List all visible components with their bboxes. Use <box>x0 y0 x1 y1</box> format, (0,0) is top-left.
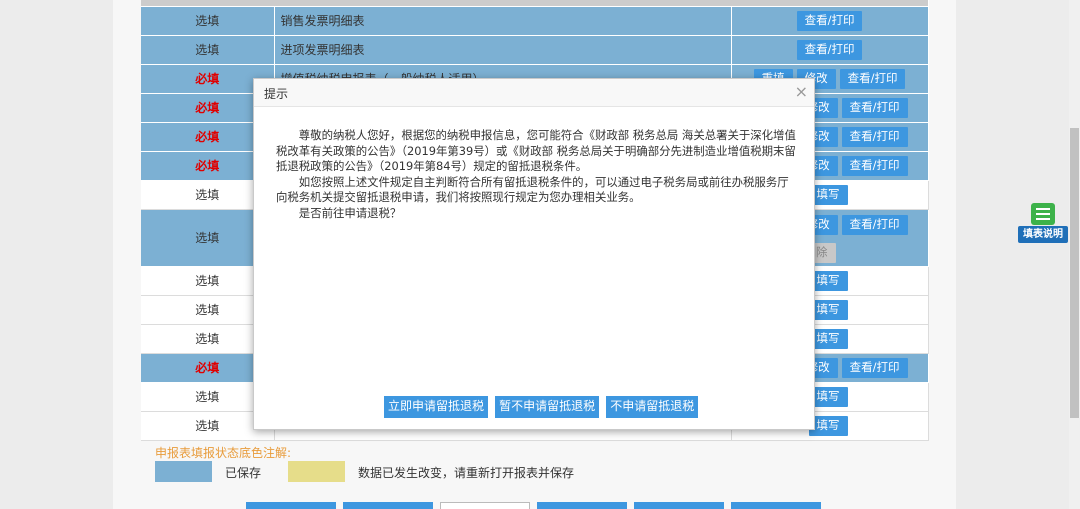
bottom-button[interactable] <box>440 502 530 509</box>
fill-type: 必填 <box>195 130 220 144</box>
postpone-refund-button[interactable]: 暂不申请留抵退税 <box>495 396 600 418</box>
saved-swatch <box>155 461 212 482</box>
report-name: 进项发票明细表 <box>274 35 732 65</box>
view-print-button[interactable]: 查看/打印 <box>796 10 863 31</box>
bottom-button[interactable] <box>246 502 336 509</box>
view-print-button[interactable]: 查看/打印 <box>841 357 908 378</box>
fill-type: 必填 <box>195 361 220 375</box>
dialog-title: 提示 <box>264 87 289 101</box>
dialog-footer: 立即申请留抵退税 暂不申请留抵退税 不申请留抵退税 <box>384 395 700 418</box>
form-guide-label: 填表说明 <box>1018 226 1068 243</box>
bottom-button[interactable] <box>634 502 724 509</box>
view-print-button[interactable]: 查看/打印 <box>841 97 908 118</box>
table-row: 选填 销售发票明细表 查看/打印 <box>141 6 929 36</box>
dialog-message: 尊敬的纳税人您好，根据您的纳税申报信息，您可能符合《财政部 税务总局 海关总署关… <box>276 128 796 221</box>
saved-label: 已保存 <box>225 466 262 480</box>
report-name: 销售发票明细表 <box>274 6 732 36</box>
close-icon[interactable]: × <box>795 83 808 101</box>
scrollbar-thumb[interactable] <box>1070 128 1079 418</box>
view-print-button[interactable]: 查看/打印 <box>841 155 908 176</box>
bottom-button[interactable] <box>343 502 433 509</box>
legend-title: 申报表填报状态底色注解: <box>155 446 292 460</box>
fill-type: 选填 <box>141 6 275 36</box>
form-guide-icon <box>1031 203 1055 225</box>
dialog-header: 提示 × <box>254 79 814 107</box>
decline-refund-button[interactable]: 不申请留抵退税 <box>606 396 699 418</box>
view-print-button[interactable]: 查看/打印 <box>796 39 863 60</box>
message-paragraph: 尊敬的纳税人您好，根据您的纳税申报信息，您可能符合《财政部 税务总局 海关总署关… <box>276 128 796 173</box>
changed-swatch <box>288 461 345 482</box>
fill-type: 必填 <box>195 72 220 86</box>
prompt-dialog: 提示 × 尊敬的纳税人您好，根据您的纳税申报信息，您可能符合《财政部 税务总局 … <box>253 78 815 430</box>
view-print-button[interactable]: 查看/打印 <box>841 126 908 147</box>
vertical-scrollbar[interactable] <box>1069 0 1080 509</box>
view-print-button[interactable]: 查看/打印 <box>839 68 906 89</box>
fill-type: 选填 <box>141 35 275 65</box>
message-question: 是否前往申请退税？ <box>298 205 402 220</box>
table-row: 选填 进项发票明细表 查看/打印 <box>141 35 929 65</box>
bottom-button[interactable] <box>731 502 821 509</box>
status-legend: 申报表填报状态底色注解: 已保存 数据已发生改变，请重新打开报表并保存 <box>155 444 855 482</box>
changed-label: 数据已发生改变，请重新打开报表并保存 <box>358 466 575 480</box>
message-paragraph: 如您按照上述文件规定自主判断符合所有留抵退税条件的，可以通过电子税务局或前往办税… <box>276 174 789 205</box>
apply-refund-now-button[interactable]: 立即申请留抵退税 <box>384 396 489 418</box>
bottom-button[interactable] <box>537 502 627 509</box>
view-print-button[interactable]: 查看/打印 <box>841 214 908 235</box>
fill-type: 必填 <box>195 159 220 173</box>
fill-type: 必填 <box>195 101 220 115</box>
